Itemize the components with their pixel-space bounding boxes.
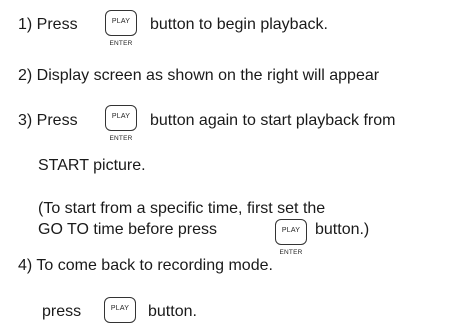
play-button-label: PLAY — [111, 18, 131, 25]
play-enter-button: PLAY — [105, 105, 137, 131]
step3-continuation: START picture. — [38, 157, 146, 174]
note-line2-suffix: button.) — [315, 221, 370, 238]
step1-suffix: button to begin playback. — [150, 16, 328, 33]
play-enter-button: PLAY — [275, 219, 307, 245]
note-line1: (To start from a specific time, first se… — [38, 200, 326, 217]
enter-label: ENTER — [109, 40, 133, 47]
enter-label: ENTER — [279, 249, 303, 256]
play-enter-button: PLAY — [105, 10, 137, 36]
step2-text: 2) Display screen as shown on the right … — [18, 67, 380, 84]
play-button-label: PLAY — [281, 227, 301, 234]
step1-prefix: 1) Press — [18, 16, 78, 33]
step4-sub-prefix: press — [42, 303, 82, 320]
play-button-label: PLAY — [110, 305, 130, 312]
play-button: PLAY — [104, 297, 136, 323]
play-button-label: PLAY — [111, 113, 131, 120]
step4-text: 4) To come back to recording mode. — [18, 257, 273, 274]
note-line2-prefix: GO TO time before press — [38, 221, 218, 238]
step4-sub-suffix: button. — [148, 303, 197, 320]
enter-label: ENTER — [109, 135, 133, 142]
step3-suffix: button again to start playback from — [150, 112, 396, 129]
step3-prefix: 3) Press — [18, 112, 78, 129]
